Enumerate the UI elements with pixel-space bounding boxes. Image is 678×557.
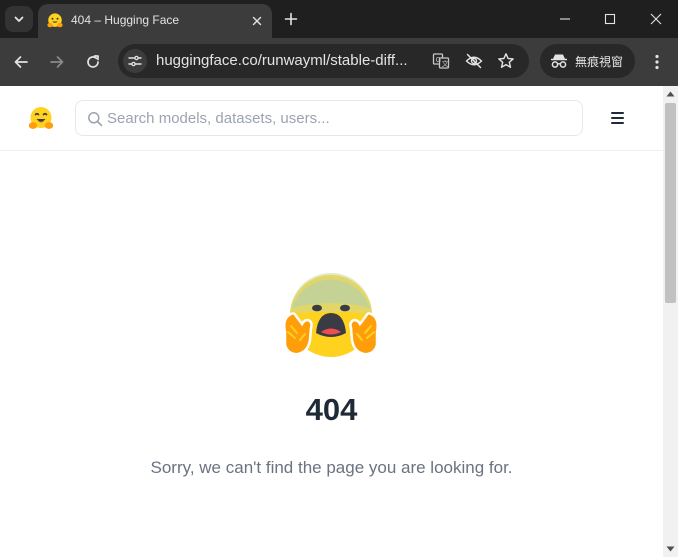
plus-icon <box>284 12 298 26</box>
svg-text:G: G <box>436 57 441 64</box>
incognito-profile-button[interactable]: 無痕視窗 <box>540 44 635 78</box>
close-icon <box>650 13 662 25</box>
tune-icon <box>128 55 142 67</box>
browser-menu-button[interactable] <box>645 50 669 74</box>
hamburger-line <box>610 112 624 114</box>
hugging-face-screaming-emoji <box>283 271 379 361</box>
close-icon <box>252 16 262 26</box>
site-header <box>0 86 663 151</box>
reload-button[interactable] <box>81 50 105 74</box>
incognito-icon <box>551 54 567 68</box>
chevron-down-icon <box>14 16 24 22</box>
new-tab-button[interactable] <box>280 8 302 30</box>
close-window-button[interactable] <box>634 0 678 38</box>
back-button[interactable] <box>9 50 33 74</box>
hamburger-line <box>610 122 624 124</box>
browser-toolbar: huggingface.co/runwayml/stable-diff... G… <box>0 38 678 86</box>
address-bar[interactable]: huggingface.co/runwayml/stable-diff... G… <box>118 44 529 78</box>
hamburger-menu-icon[interactable] <box>606 108 628 128</box>
page-content: 404 Sorry, we can't find the page you ar… <box>0 86 663 557</box>
arrow-left-icon <box>14 56 28 68</box>
maximize-button[interactable] <box>588 0 632 38</box>
browser-titlebar: 404 – Hugging Face <box>0 0 678 38</box>
minimize-icon <box>560 18 570 20</box>
forward-button[interactable] <box>45 50 69 74</box>
tab-close-button[interactable] <box>248 12 266 30</box>
site-info-button[interactable] <box>123 49 147 73</box>
star-icon <box>498 53 514 68</box>
scroll-up-icon[interactable] <box>666 90 675 98</box>
scroll-down-icon[interactable] <box>666 545 675 553</box>
search-icon <box>88 112 103 127</box>
translate-icon: G文 <box>432 53 450 69</box>
tracking-protection-button[interactable] <box>464 51 484 71</box>
translate-button[interactable]: G文 <box>431 51 451 71</box>
reload-icon <box>87 55 99 68</box>
tab-search-button[interactable] <box>5 6 33 32</box>
arrow-right-icon <box>50 56 64 68</box>
error-message: Sorry, we can't find the page you are lo… <box>150 458 513 477</box>
svg-text:文: 文 <box>442 59 449 68</box>
scrollbar-thumb[interactable] <box>665 103 676 303</box>
bookmark-button[interactable] <box>496 51 516 71</box>
profile-label: 無痕視窗 <box>575 55 624 69</box>
maximize-icon <box>604 13 616 25</box>
search-input[interactable] <box>107 107 567 129</box>
hugging-face-logo-icon[interactable] <box>27 105 55 133</box>
url-text[interactable]: huggingface.co/runwayml/stable-diff... <box>156 52 408 69</box>
minimize-button[interactable] <box>543 0 587 38</box>
hugging-face-emoji-icon <box>47 13 63 28</box>
error-code: 404 <box>305 392 358 427</box>
tab-title: 404 – Hugging Face <box>71 13 180 27</box>
site-search <box>75 100 583 136</box>
kebab-menu-icon <box>655 54 659 70</box>
hamburger-line <box>610 117 624 119</box>
eye-off-icon <box>465 53 483 69</box>
browser-tab[interactable]: 404 – Hugging Face <box>38 4 272 38</box>
page-scrollbar[interactable] <box>663 86 678 557</box>
